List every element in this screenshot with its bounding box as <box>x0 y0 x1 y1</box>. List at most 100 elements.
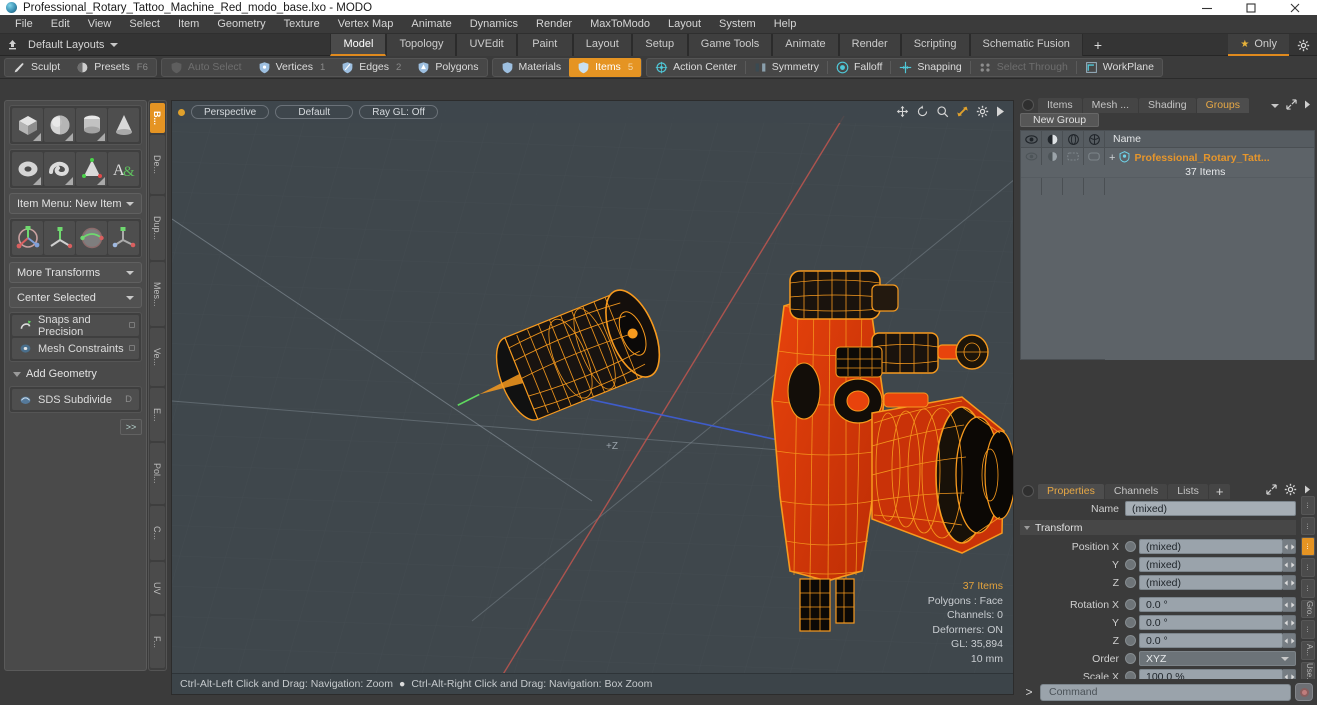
pane-menu-knob[interactable] <box>1022 485 1034 497</box>
rvtab-5[interactable]: ... <box>1301 578 1315 598</box>
rotate-icon[interactable] <box>916 105 929 121</box>
rvtab-1[interactable]: ... <box>1301 496 1315 515</box>
tab-layout[interactable]: Layout <box>572 33 632 56</box>
order-channel-dot[interactable] <box>1125 653 1136 664</box>
snapping-button[interactable]: Snapping <box>891 59 969 76</box>
record-icon[interactable] <box>1295 683 1313 701</box>
action-center-button[interactable]: Action Center <box>647 59 745 76</box>
menu-geometry[interactable]: Geometry <box>208 15 274 34</box>
row-name-cell[interactable]: + Professional_Rotary_Tatt... 37 Items <box>1105 148 1314 178</box>
only-toggle[interactable]: ★ Only <box>1228 34 1289 56</box>
items-button[interactable]: Items 5 <box>569 57 642 77</box>
position-y-field[interactable]: (mixed) <box>1139 557 1283 572</box>
tab-add[interactable]: + <box>1208 484 1231 499</box>
name-field[interactable]: (mixed) <box>1125 501 1296 516</box>
tab-scripting[interactable]: Scripting <box>900 33 970 56</box>
default-layouts-dropdown[interactable]: Default Layouts <box>24 39 128 51</box>
row-selectable-toggle[interactable] <box>1084 148 1105 165</box>
row-wireframe-toggle[interactable] <box>1063 148 1084 165</box>
fit-icon[interactable] <box>956 105 969 121</box>
vtab-vertex[interactable]: Ve... <box>150 328 165 387</box>
menu-help[interactable]: Help <box>765 15 806 34</box>
menu-item[interactable]: Item <box>169 15 208 34</box>
rvtab-3[interactable]: ... <box>1301 537 1315 557</box>
rvtab-assembly[interactable]: A... <box>1301 640 1315 660</box>
add-geometry-category[interactable]: Add Geometry <box>9 366 142 382</box>
rotation-y-spinner[interactable] <box>1283 615 1296 630</box>
gear-icon[interactable] <box>976 105 989 121</box>
sds-subdivide-button[interactable]: SDS Subdivide D <box>12 389 139 410</box>
menu-animate[interactable]: Animate <box>402 15 460 34</box>
row-render-toggle[interactable] <box>1042 148 1063 165</box>
item-menu-dropdown[interactable]: Item Menu: New Item <box>9 193 142 214</box>
sphere-tool-button[interactable] <box>44 108 75 142</box>
snaps-and-precision-button[interactable]: Snaps and Precision <box>12 314 139 338</box>
rotation-z-channel-dot[interactable] <box>1125 635 1136 646</box>
vtab-basic[interactable]: B... <box>150 103 165 133</box>
menu-vertex-map[interactable]: Vertex Map <box>329 15 403 34</box>
tab-paint[interactable]: Paint <box>516 33 573 56</box>
position-z-channel-dot[interactable] <box>1125 577 1136 588</box>
left-panel-forward-button[interactable]: >> <box>120 419 142 435</box>
col-visibility-header[interactable] <box>1021 130 1042 148</box>
export-icon[interactable] <box>0 34 24 56</box>
menu-texture[interactable]: Texture <box>275 15 329 34</box>
mesh-constraints-button[interactable]: Mesh Constraints <box>12 338 139 359</box>
falloff-button[interactable]: Falloff <box>828 59 890 76</box>
menu-file[interactable]: File <box>6 15 42 34</box>
center-selected-dropdown[interactable]: Center Selected <box>9 287 142 308</box>
rotation-x-channel-dot[interactable] <box>1125 599 1136 610</box>
torus-tool-button[interactable] <box>12 152 43 186</box>
row-visibility-toggle[interactable] <box>1021 148 1042 165</box>
auto-select-button[interactable]: Auto Select <box>162 59 250 76</box>
tab-game-tools[interactable]: Game Tools <box>687 33 773 56</box>
edges-button[interactable]: Edges 2 <box>333 59 409 76</box>
menu-layout[interactable]: Layout <box>659 15 710 34</box>
cube-tool-button[interactable] <box>12 108 43 142</box>
3d-viewport[interactable]: +Z Perspective Default Ray GL: Off 37 It… <box>171 100 1014 695</box>
teardrop-tool-button[interactable] <box>76 152 107 186</box>
vtab-edge[interactable]: E... <box>150 388 165 442</box>
materials-button[interactable]: Materials <box>493 59 570 76</box>
play-icon[interactable] <box>996 106 1005 120</box>
menu-maxtomodo[interactable]: MaxToModo <box>581 15 659 34</box>
rvtab-user[interactable]: Use... <box>1301 661 1315 681</box>
vtab-fusion[interactable]: F... <box>150 616 165 669</box>
col-wireframe-header[interactable] <box>1063 130 1084 148</box>
expand-row-icon[interactable]: + <box>1109 152 1115 164</box>
position-y-channel-dot[interactable] <box>1125 559 1136 570</box>
tool-options-corner[interactable] <box>65 177 73 185</box>
cone-tool-button[interactable] <box>108 108 139 142</box>
tab-channels[interactable]: Channels <box>1104 484 1168 499</box>
tab-model[interactable]: Model <box>330 33 387 56</box>
position-y-spinner[interactable] <box>1283 557 1296 572</box>
command-input[interactable]: Command <box>1040 683 1291 701</box>
position-z-field[interactable]: (mixed) <box>1139 575 1283 590</box>
rotation-z-spinner[interactable] <box>1283 633 1296 648</box>
menu-system[interactable]: System <box>710 15 765 34</box>
position-x-channel-dot[interactable] <box>1125 541 1136 552</box>
new-group-button[interactable]: New Group <box>1020 113 1100 127</box>
group-list-empty-area[interactable] <box>1021 178 1314 360</box>
order-select[interactable]: XYZ <box>1139 651 1296 666</box>
tab-render[interactable]: Render <box>838 33 901 56</box>
tab-uvedit[interactable]: UVEdit <box>456 33 517 56</box>
tab-schematic-fusion[interactable]: Schematic Fusion <box>969 33 1083 56</box>
rotation-z-field[interactable]: 0.0 ° <box>1139 633 1283 648</box>
col-selectable-header[interactable] <box>1084 130 1105 148</box>
settings-gear-icon[interactable] <box>1289 34 1317 56</box>
menu-view[interactable]: View <box>79 15 121 34</box>
tool-options-corner[interactable] <box>97 133 105 141</box>
vtab-deform[interactable]: De... <box>150 135 165 194</box>
cylinder-tool-button[interactable] <box>76 108 107 142</box>
position-z-spinner[interactable] <box>1283 575 1296 590</box>
tab-animate[interactable]: Animate <box>772 33 839 56</box>
rvtab-groups[interactable]: Gro... <box>1301 599 1315 619</box>
maximize-button[interactable] <box>1229 0 1273 15</box>
polygons-button[interactable]: Polygons <box>409 59 486 76</box>
gear-icon[interactable] <box>1284 483 1297 499</box>
tab-properties[interactable]: Properties <box>1038 484 1104 499</box>
position-x-field[interactable]: (mixed) <box>1139 539 1283 554</box>
zoom-icon[interactable] <box>936 105 949 121</box>
minimize-button[interactable] <box>1185 0 1229 15</box>
